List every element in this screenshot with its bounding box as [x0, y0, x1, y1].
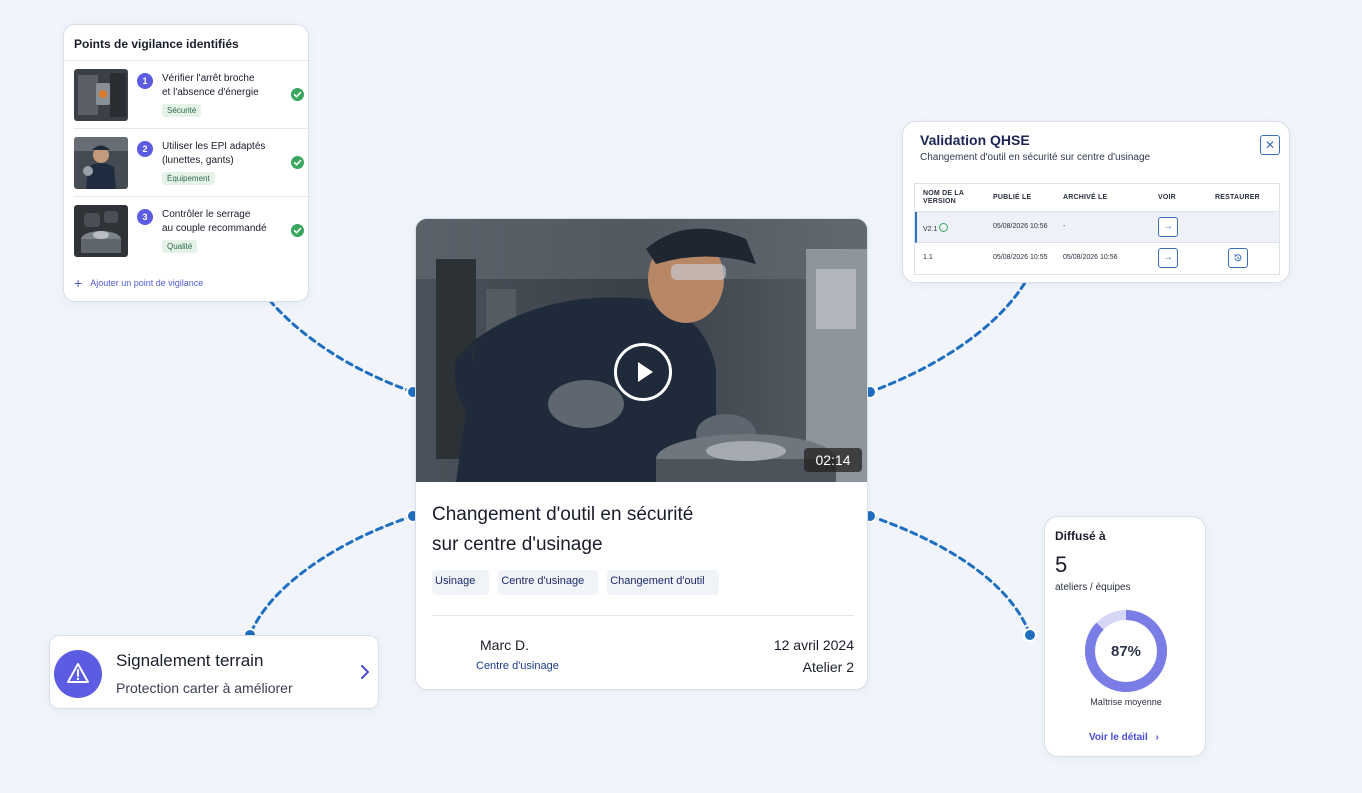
check-circle-icon [291, 88, 304, 101]
published-cell: 05/08/2026 10:55 [993, 254, 1048, 261]
view-button[interactable]: → [1158, 217, 1178, 237]
version-table: NOM DE LA VERSION PUBLIÉ LE ARCHIVÉ LE V… [914, 183, 1280, 275]
mastery-level: Maîtrise moyenne [1090, 697, 1162, 707]
vigilance-photo [74, 69, 128, 121]
vigilance-item-2[interactable]: 2 Utiliser les EPI adaptés (lunettes, ga… [64, 129, 310, 197]
play-icon [638, 362, 653, 382]
mastery-percent: 87% [1110, 643, 1142, 660]
author-name: Marc D. [480, 637, 529, 653]
diffusion-card: Diffusé à 5 ateliers / équipes 87% Maîtr… [1044, 516, 1206, 757]
archived-cell: 05/08/2026 10:56 [1063, 254, 1118, 261]
restore-button[interactable] [1228, 248, 1248, 268]
tag-list: Usinage Centre d'usinage Changement d'ou… [432, 570, 719, 595]
vigilance-line: et l'absence d'énergie [162, 87, 259, 98]
column-header-view: VOIR [1158, 194, 1176, 201]
vigilance-text: Vérifier l'arrêt broche et l'absence d'é… [162, 72, 282, 100]
vigilance-item-3[interactable]: 3 Contrôler le serrage au couple recomma… [64, 197, 310, 265]
signalement-subtitle: Protection carter à améliorer [116, 680, 293, 696]
add-vigilance-button[interactable]: + Ajouter un point de vigilance [74, 275, 204, 291]
video-player[interactable]: 02:14 [416, 219, 867, 482]
version-value: V2.1 [923, 226, 938, 233]
vigilance-tag: Équipement [162, 172, 215, 185]
vigilance-card: Points de vigilance identifiés 1 Vérifie… [63, 24, 310, 302]
author-team: Centre d'usinage [476, 660, 559, 672]
header-line: NOM DE LA [923, 190, 965, 197]
vigilance-line: Contrôler le serrage [162, 209, 251, 220]
column-header-restore: RESTAURER [1215, 194, 1260, 201]
table-header: NOM DE LA VERSION PUBLIÉ LE ARCHIVÉ LE V… [915, 184, 1279, 212]
tag-chip[interactable]: Changement d'outil [607, 570, 719, 595]
table-row[interactable]: 1.1 05/08/2026 10:55 05/08/2026 10:56 → [915, 243, 1279, 274]
check-circle-icon [939, 223, 949, 232]
validation-card: Validation QHSE Changement d'outil en sé… [902, 121, 1290, 283]
validation-subtitle: Changement d'outil en sécurité sur centr… [920, 152, 1151, 163]
step-number: 3 [137, 209, 153, 225]
vigilance-title: Points de vigilance identifiés [74, 37, 239, 51]
vigilance-tag: Sécurité [162, 104, 202, 117]
video-duration: 02:14 [804, 448, 862, 472]
signalement-card[interactable]: Signalement terrain Protection carter à … [49, 635, 379, 709]
vigilance-item-1[interactable]: 1 Vérifier l'arrêt broche et l'absence d… [64, 61, 310, 129]
divider [432, 615, 854, 616]
vigilance-line: au couple recommandé [162, 223, 267, 234]
publish-date: 12 avril 2024 [773, 637, 854, 653]
version-cell: 1.1 [923, 254, 933, 261]
column-header-published: PUBLIÉ LE [993, 194, 1032, 201]
vigilance-line: Vérifier l'arrêt broche [162, 73, 255, 84]
table-row[interactable]: V2.1 05/08/2026 10:56 - → [915, 212, 1279, 243]
tag-chip[interactable]: Usinage [432, 570, 490, 595]
title-line: Changement d'outil en sécurité [432, 504, 694, 525]
validation-title: Validation QHSE [920, 132, 1030, 148]
archived-cell: - [1063, 223, 1066, 230]
diffusion-unit: ateliers / équipes [1055, 582, 1131, 593]
column-header-version: NOM DE LA VERSION [923, 190, 964, 206]
vigilance-line: Utiliser les EPI adaptés [162, 141, 266, 152]
video-title: Changement d'outil en sécurité sur centr… [432, 500, 762, 560]
signalement-title: Signalement terrain [116, 651, 264, 670]
vigilance-photo [74, 205, 128, 257]
diffusion-title: Diffusé à [1055, 529, 1106, 543]
vigilance-tag: Qualité [162, 240, 198, 253]
vigilance-line: (lunettes, gants) [162, 155, 234, 166]
stage: Points de vigilance identifiés 1 Vérifie… [0, 0, 1362, 793]
tag-chip[interactable]: Centre d'usinage [498, 570, 599, 595]
see-detail-label: Voir le détail [1089, 732, 1148, 743]
warning-icon [54, 650, 102, 698]
vigilance-text: Contrôler le serrage au couple recommand… [162, 208, 282, 236]
chevron-right-icon[interactable] [358, 662, 372, 682]
chevron-right-icon: › [1155, 732, 1159, 743]
arrow-right-icon: → [1163, 252, 1173, 263]
see-detail-link[interactable]: Voir le détail › [1089, 732, 1159, 743]
close-icon[interactable]: ✕ [1260, 135, 1280, 155]
view-button[interactable]: → [1158, 248, 1178, 268]
check-circle-icon [291, 156, 304, 169]
published-cell: 05/08/2026 10:56 [993, 223, 1048, 230]
play-button[interactable] [614, 343, 672, 401]
atelier-label: Atelier 2 [802, 659, 854, 675]
vigilance-text: Utiliser les EPI adaptés (lunettes, gant… [162, 140, 282, 168]
title-line: sur centre d'usinage [432, 534, 603, 555]
column-header-archived: ARCHIVÉ LE [1063, 194, 1108, 201]
diffusion-count: 5 [1055, 552, 1068, 577]
restore-icon [1234, 254, 1242, 262]
step-number: 2 [137, 141, 153, 157]
header-line: VERSION [923, 198, 956, 205]
step-number: 1 [137, 73, 153, 89]
video-card: 02:14 Changement d'outil en sécurité sur… [415, 218, 868, 690]
arrow-right-icon: → [1163, 221, 1173, 232]
version-cell: V2.1 [923, 223, 949, 233]
check-circle-icon [291, 224, 304, 237]
add-vigilance-label: Ajouter un point de vigilance [90, 278, 204, 288]
vigilance-photo [74, 137, 128, 189]
plus-icon: + [74, 275, 83, 291]
